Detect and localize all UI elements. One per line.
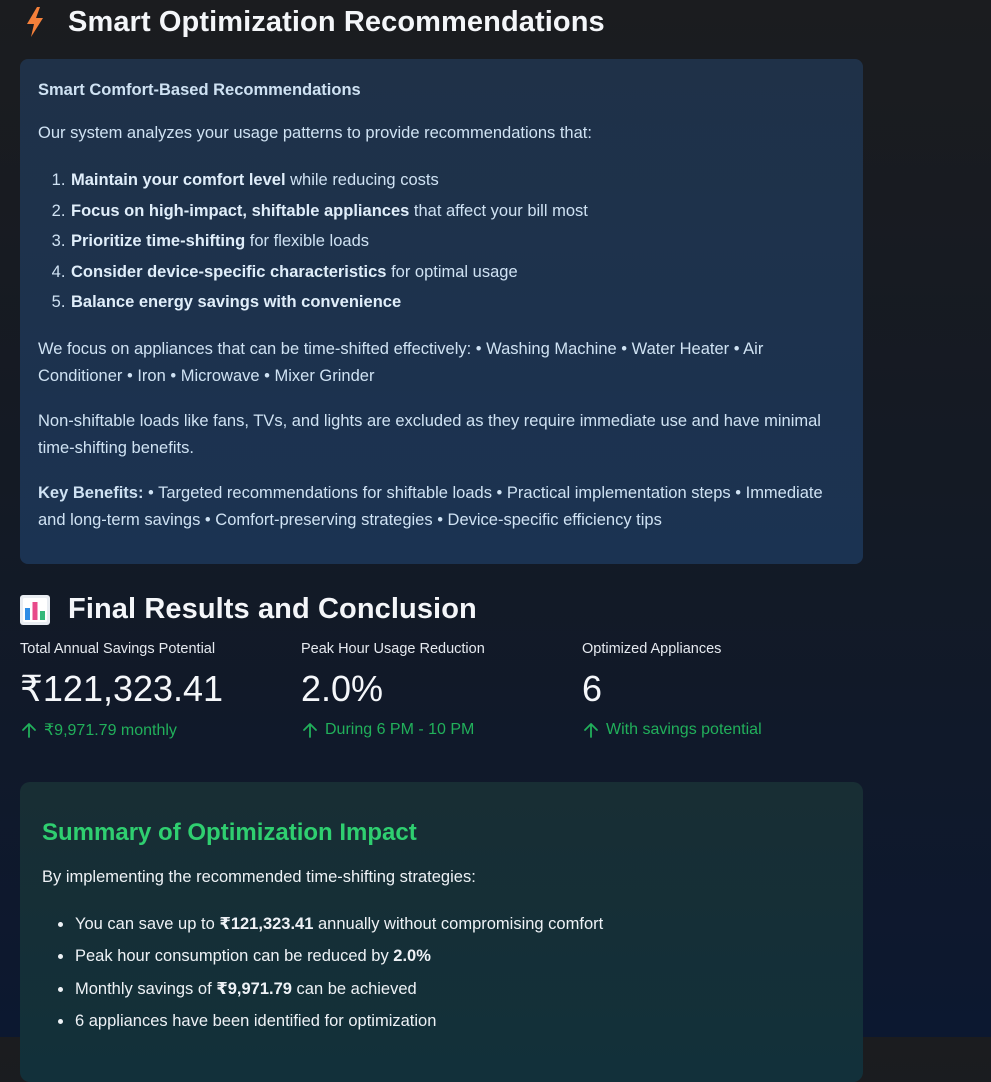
recommendation-point: Consider device-specific characteristics… xyxy=(70,257,845,288)
summary-item-text: annually without compromising comfort xyxy=(313,914,604,933)
metric-delta: ₹9,971.79 monthly xyxy=(20,719,301,741)
recommendation-point: Balance energy savings with convenience xyxy=(70,287,845,318)
summary-list: You can save up to ₹121,323.41 annually … xyxy=(42,908,841,1038)
main-content: Smart Optimization Recommendations Smart… xyxy=(20,0,863,1082)
summary-item: Monthly savings of ₹9,971.79 can be achi… xyxy=(74,973,841,1006)
shiftable-appliances-text: We focus on appliances that can be time-… xyxy=(38,339,764,385)
optimization-header: Smart Optimization Recommendations xyxy=(20,0,863,44)
point-bold-text: Consider device-specific characteristics xyxy=(71,262,387,281)
metric-annual-savings: Total Annual Savings Potential ₹121,323.… xyxy=(20,638,301,741)
metric-delta-text: ₹9,971.79 monthly xyxy=(44,721,177,739)
info-box-title: Smart Comfort-Based Recommendations xyxy=(38,81,361,99)
key-benefits-list: • Targeted recommendations for shiftable… xyxy=(38,483,823,529)
summary-item: You can save up to ₹121,323.41 annually … xyxy=(74,908,841,941)
point-bold-text: Prioritize time-shifting xyxy=(71,232,246,250)
key-benefits-label: Key Benefits: xyxy=(38,483,144,502)
metric-label: Optimized Appliances xyxy=(582,640,722,657)
metric-delta: With savings potential xyxy=(582,719,863,741)
summary-item-bold: ₹121,323.41 xyxy=(219,914,314,933)
summary-item-text: 6 appliances have been identified for op… xyxy=(75,1012,437,1030)
summary-item-text: can be achieved xyxy=(291,979,417,998)
bar-chart-icon xyxy=(20,594,50,625)
point-bold-text: Focus on high-impact, shiftable applianc… xyxy=(71,201,410,220)
recommendation-point: Focus on high-impact, shiftable applianc… xyxy=(70,196,845,227)
recommendations-info-box: Smart Comfort-Based Recommendations Our … xyxy=(20,59,863,564)
arrow-up-icon xyxy=(20,721,38,739)
metric-delta-text: With savings potential xyxy=(606,720,762,738)
arrow-up-icon xyxy=(582,721,600,739)
metric-value: 2.0% xyxy=(301,667,384,709)
summary-item: 6 appliances have been identified for op… xyxy=(74,1005,841,1038)
results-header: Final Results and Conclusion xyxy=(20,588,863,632)
summary-item-text: Monthly savings of xyxy=(75,979,217,998)
non-shiftable-text: Non-shiftable loads like fans, TVs, and … xyxy=(38,411,821,457)
optimization-title: Smart Optimization Recommendations xyxy=(68,5,605,38)
metric-value: 6 xyxy=(582,667,603,709)
recommendation-points-list: Maintain your comfort level while reduci… xyxy=(38,165,845,318)
info-box-intro: Our system analyzes your usage patterns … xyxy=(38,124,592,142)
summary-item-bold: 2.0% xyxy=(393,947,431,965)
point-text: that affect your bill most xyxy=(409,201,588,220)
metric-delta-text: During 6 PM - 10 PM xyxy=(325,720,475,738)
summary-item-text: Peak hour consumption can be reduced by xyxy=(75,947,394,965)
point-text: for optimal usage xyxy=(386,262,518,281)
metric-optimized-appliances: Optimized Appliances 6 With savings pote… xyxy=(582,638,863,741)
summary-item-bold: ₹9,971.79 xyxy=(216,979,292,998)
metric-label: Peak Hour Usage Reduction xyxy=(301,640,485,657)
metric-peak-reduction: Peak Hour Usage Reduction 2.0% During 6 … xyxy=(301,638,582,741)
metric-delta: During 6 PM - 10 PM xyxy=(301,719,582,741)
metrics-row: Total Annual Savings Potential ₹121,323.… xyxy=(20,638,863,741)
results-title: Final Results and Conclusion xyxy=(68,593,477,625)
point-bold-text: Maintain your comfort level xyxy=(71,171,286,189)
metric-value: ₹121,323.41 xyxy=(20,667,224,709)
point-bold-text: Balance energy savings with convenience xyxy=(71,293,402,311)
lightning-icon xyxy=(20,7,50,37)
recommendation-point: Prioritize time-shifting for flexible lo… xyxy=(70,226,845,257)
arrow-up-icon xyxy=(301,721,319,739)
key-benefits-text: Key Benefits: • Targeted recommendations… xyxy=(38,480,845,534)
summary-title: Summary of Optimization Impact xyxy=(42,818,417,846)
recommendation-point: Maintain your comfort level while reduci… xyxy=(70,165,845,196)
summary-item: Peak hour consumption can be reduced by … xyxy=(74,940,841,973)
point-text: for flexible loads xyxy=(245,232,370,250)
summary-item-text: You can save up to xyxy=(75,914,220,933)
point-text: while reducing costs xyxy=(285,171,439,189)
metric-label: Total Annual Savings Potential xyxy=(20,640,216,657)
summary-intro: By implementing the recommended time-shi… xyxy=(42,867,476,886)
